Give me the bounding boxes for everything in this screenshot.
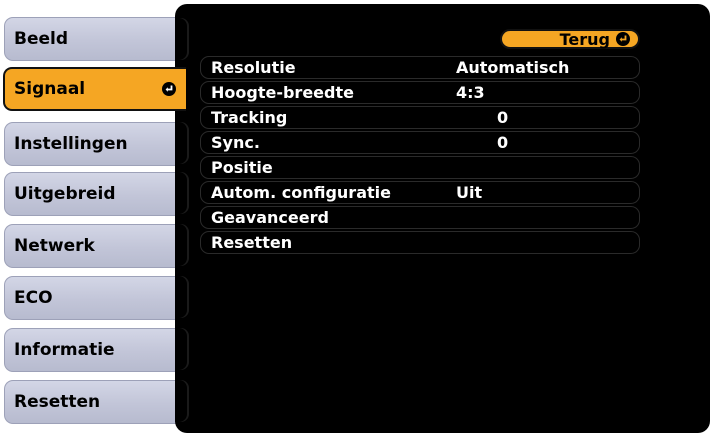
tab-notch bbox=[175, 122, 189, 164]
menu-item-label: Sync. bbox=[211, 133, 260, 152]
menu-item-hoogte-breedte[interactable]: Hoogte-breedte 4:3 bbox=[200, 81, 640, 104]
menu-item-label: Hoogte-breedte bbox=[211, 83, 354, 102]
tab-signaal[interactable]: Signaal bbox=[3, 67, 186, 111]
tab-label: Resetten bbox=[14, 392, 101, 412]
menu-item-label: Geavanceerd bbox=[211, 208, 329, 227]
menu-item-label: Autom. configuratie bbox=[211, 183, 391, 202]
menu-item-value: 4:3 bbox=[456, 83, 485, 102]
menu-item-label: Positie bbox=[211, 158, 273, 177]
tab-label: Beeld bbox=[14, 29, 69, 49]
back-button-label: Terug bbox=[559, 29, 610, 49]
menu-item-label: Tracking bbox=[211, 108, 288, 127]
signal-menu-list: Resolutie Automatisch Hoogte-breedte 4:3… bbox=[200, 56, 640, 256]
tab-label: ECO bbox=[14, 288, 53, 308]
tab-eco[interactable]: ECO bbox=[4, 276, 178, 320]
tab-uitgebreid[interactable]: Uitgebreid bbox=[4, 172, 178, 216]
enter-icon bbox=[616, 32, 630, 46]
menu-item-autom-configuratie[interactable]: Autom. configuratie Uit bbox=[200, 181, 640, 204]
menu-item-value: 0 bbox=[497, 133, 509, 152]
tab-beeld[interactable]: Beeld bbox=[4, 17, 178, 61]
tab-informatie[interactable]: Informatie bbox=[4, 328, 178, 372]
tab-netwerk[interactable]: Netwerk bbox=[4, 224, 178, 268]
back-button[interactable]: Terug bbox=[500, 29, 640, 49]
menu-item-value: 0 bbox=[497, 108, 509, 127]
tab-label: Instellingen bbox=[14, 134, 128, 154]
tab-notch bbox=[175, 18, 189, 60]
menu-item-label: Resolutie bbox=[211, 58, 296, 77]
menu-item-sync[interactable]: Sync. 0 bbox=[200, 131, 640, 154]
menu-item-label: Resetten bbox=[211, 233, 293, 252]
menu-item-value: Automatisch bbox=[456, 58, 570, 77]
tab-label: Uitgebreid bbox=[14, 184, 116, 204]
tab-notch bbox=[175, 328, 189, 370]
menu-tabs: Beeld Signaal Instellingen Uitgebreid Ne… bbox=[0, 0, 200, 437]
tab-notch bbox=[175, 276, 189, 318]
enter-icon bbox=[162, 82, 176, 96]
tab-label: Signaal bbox=[14, 79, 86, 99]
menu-item-resolutie[interactable]: Resolutie Automatisch bbox=[200, 56, 640, 79]
menu-item-tracking[interactable]: Tracking 0 bbox=[200, 106, 640, 129]
signal-settings-panel: Terug Resolutie Automatisch Hoogte-breed… bbox=[175, 4, 710, 433]
tab-notch bbox=[175, 224, 189, 266]
tab-notch bbox=[175, 380, 189, 422]
menu-item-geavanceerd[interactable]: Geavanceerd bbox=[200, 206, 640, 229]
tab-label: Informatie bbox=[14, 340, 115, 360]
menu-item-value: Uit bbox=[456, 183, 483, 202]
menu-item-positie[interactable]: Positie bbox=[200, 156, 640, 179]
tab-notch bbox=[175, 172, 189, 214]
tab-instellingen[interactable]: Instellingen bbox=[4, 122, 178, 166]
tab-label: Netwerk bbox=[14, 236, 95, 256]
tab-resetten[interactable]: Resetten bbox=[4, 380, 178, 424]
menu-item-resetten[interactable]: Resetten bbox=[200, 231, 640, 254]
